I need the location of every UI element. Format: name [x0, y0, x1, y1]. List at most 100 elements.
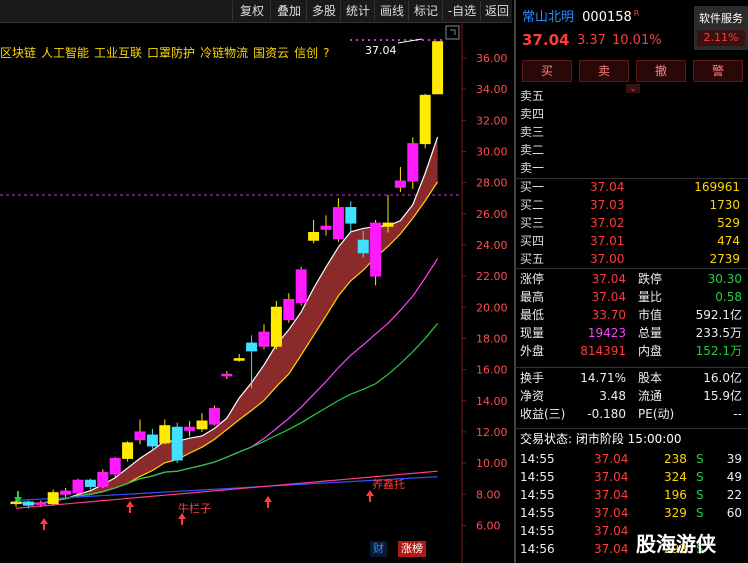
restore-icon[interactable]: [445, 25, 460, 40]
toolbar-watchlist-button[interactable]: -自选: [442, 1, 481, 21]
quote-value: 814391: [580, 344, 626, 358]
y-tick-label: 20.00: [476, 301, 508, 314]
toolbar-multi-stock-button[interactable]: 多股: [306, 1, 341, 21]
bid-level-volume: 169961: [694, 180, 740, 194]
kline-chart[interactable]: 36.00 34.00 32.00 30.00 28.00 26.00 24.00 22.00…: [0, 23, 512, 563]
candle-body: [394, 180, 406, 188]
concept-help-icon[interactable]: ?: [323, 46, 329, 60]
ask-level-row[interactable]: 卖四: [520, 105, 544, 123]
tick-time: 14:55: [520, 488, 555, 502]
quote-label: 现量: [520, 326, 545, 340]
rank-tag[interactable]: 涨榜: [398, 541, 426, 557]
y-tick-label: 12.00: [476, 426, 508, 439]
candle-body: [419, 94, 431, 145]
candle-body: [159, 425, 171, 444]
ask-level-row[interactable]: 卖二: [520, 141, 544, 159]
tick-side: S: [696, 506, 704, 520]
candle-body: [258, 331, 270, 347]
quote-label: 换手: [520, 371, 545, 385]
quote-value: -0.180: [587, 407, 626, 421]
r-badge: R: [633, 8, 640, 18]
watermark-text: 股海游侠: [636, 532, 716, 556]
bid-level-row[interactable]: 买一 37.04 169961: [520, 178, 740, 196]
bid-level-price: 37.01: [590, 234, 625, 248]
candle-body: [171, 426, 183, 461]
y-tick-label: 26.00: [476, 208, 508, 221]
toolbar-overlay-button[interactable]: 叠加: [270, 1, 307, 21]
toolbar-restore-rights-button[interactable]: 复权: [232, 1, 271, 21]
stock-name: 常山北明: [522, 10, 575, 25]
ask-level-row[interactable]: 卖五: [520, 87, 544, 105]
concept-tag[interactable]: 人工智能: [41, 46, 89, 60]
concept-tag[interactable]: 冷链物流: [200, 46, 248, 60]
y-tick-label: 8.00: [476, 488, 501, 501]
y-tick-label: 22.00: [476, 270, 508, 283]
ask-level-row[interactable]: 卖三: [520, 123, 544, 141]
candle-body: [320, 225, 332, 230]
cancel-order-button[interactable]: 撤: [636, 60, 686, 82]
sector-pct: 2.11%: [697, 30, 745, 46]
candle-body: [196, 420, 208, 430]
concept-tag[interactable]: 信创: [294, 46, 318, 60]
alert-button[interactable]: 警: [693, 60, 743, 82]
quote-value: 33.70: [591, 308, 626, 322]
trading-status: 交易状态: 闭市阶段 15:00:00: [520, 432, 682, 446]
sector-name: 软件服务: [699, 12, 743, 25]
buy-signal-arrow-icon: [126, 501, 134, 513]
candle-body: [10, 501, 22, 505]
tick-price: 37.04: [594, 488, 629, 502]
finance-tag[interactable]: 财: [370, 541, 387, 557]
concept-tag[interactable]: 工业互联: [94, 46, 142, 60]
quote-label: 最高: [520, 290, 545, 304]
sell-button[interactable]: 卖: [579, 60, 629, 82]
tick-volume: 324: [664, 470, 687, 484]
tick-time: 14:55: [520, 524, 555, 538]
tick-count: 22: [726, 488, 742, 502]
toolbar-back-button[interactable]: 返回: [480, 1, 513, 21]
y-tick-label: 32.00: [476, 114, 508, 127]
toolbar-draw-line-button[interactable]: 画线: [374, 1, 409, 21]
quote-value: 592.1亿: [695, 308, 742, 322]
quote-value: 15.9亿: [703, 389, 742, 403]
candle-body: [432, 41, 444, 95]
candle-body: [72, 479, 84, 494]
bid-level-volume: 1730: [709, 198, 740, 212]
y-tick-label: 24.00: [476, 239, 508, 252]
candle-body: [47, 492, 59, 505]
toolbar-mark-button[interactable]: 标记: [408, 1, 443, 21]
candle-body: [97, 471, 109, 487]
bid-level-price: 37.04: [590, 180, 625, 194]
quote-label: 净资: [520, 389, 545, 403]
y-tick-label: 6.00: [476, 519, 501, 532]
bid-level-row[interactable]: 买二 37.03 1730: [520, 196, 740, 214]
stock-code: 000158: [582, 10, 632, 25]
bid-level-row[interactable]: 买三 37.02 529: [520, 214, 740, 232]
concept-tag[interactable]: 区块链: [0, 46, 36, 60]
quote-value: 16.0亿: [703, 371, 742, 385]
candle-body: [308, 231, 320, 241]
collapse-chevron-icon[interactable]: ⌄: [626, 84, 640, 93]
ask-level-label: 卖五: [520, 89, 545, 103]
y-tick-label: 10.00: [476, 457, 508, 470]
ask-level-row[interactable]: 卖一: [520, 159, 544, 177]
buy-button[interactable]: 买: [522, 60, 572, 82]
tick-price: 37.04: [594, 470, 629, 484]
toolbar-statistics-button[interactable]: 统计: [340, 1, 375, 21]
concept-tag[interactable]: 国资云: [253, 46, 289, 60]
bid-level-row[interactable]: 买五 37.00 2739: [520, 250, 740, 268]
tick-price: 37.04: [594, 506, 629, 520]
tick-side: S: [696, 452, 704, 466]
bid-level-row[interactable]: 买四 37.01 474: [520, 232, 740, 250]
candle-body: [221, 373, 233, 377]
sector-box[interactable]: 软件服务 2.11%: [694, 6, 748, 50]
candle-body: [332, 207, 344, 240]
bid-level-price: 37.02: [590, 216, 625, 230]
candle-body: [270, 306, 282, 347]
last-price-tip: 37.04: [365, 44, 397, 57]
bid-level-label: 买四: [520, 234, 545, 248]
concept-tag[interactable]: 口罩防护: [147, 46, 195, 60]
divider: [514, 428, 748, 429]
ask-level-label: 卖四: [520, 107, 545, 121]
price-change: 3.37: [577, 33, 606, 48]
ma20-line: [15, 258, 439, 505]
